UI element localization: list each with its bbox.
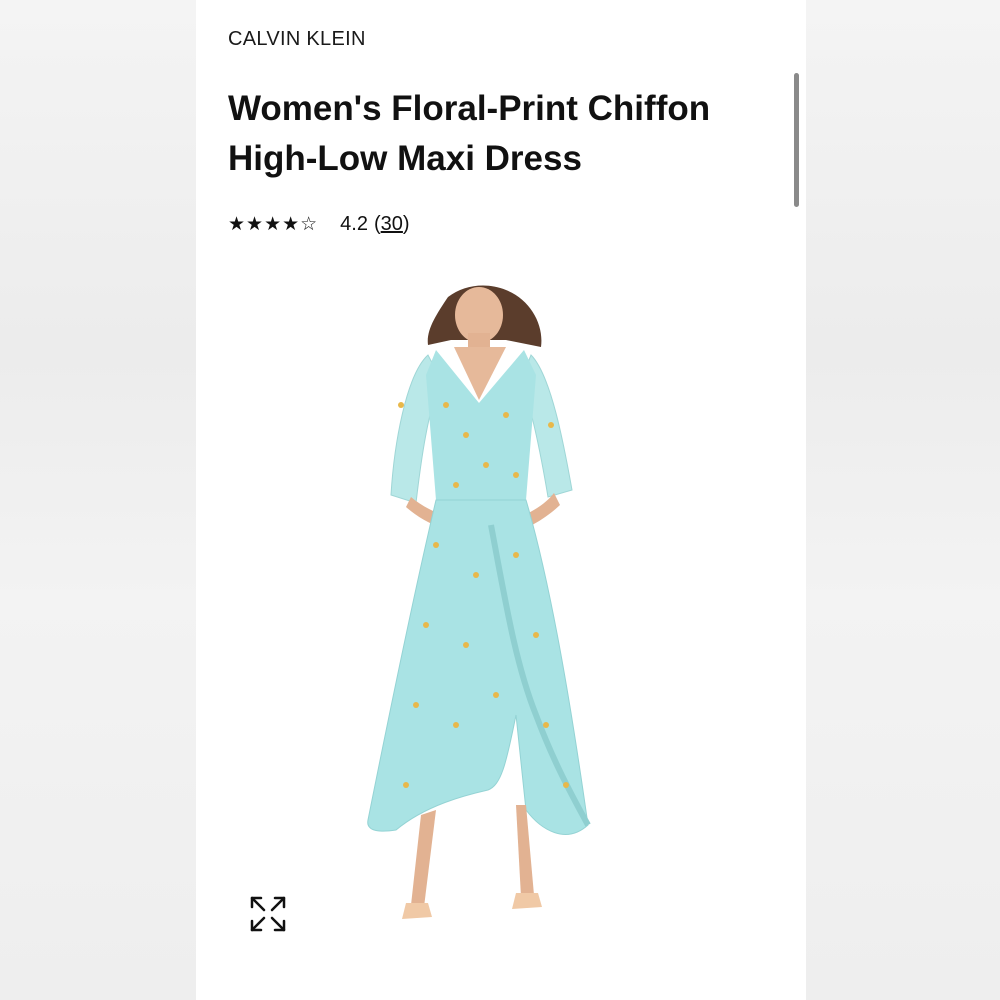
paren-open: (: [373, 213, 381, 235]
brand-name[interactable]: CALVIN KLEIN: [228, 28, 366, 51]
rating-value: 4.2: [340, 213, 368, 235]
expand-image-button[interactable]: [246, 892, 290, 936]
product-panel: CALVIN KLEIN Women's Floral-Print Chiffo…: [196, 0, 806, 1000]
paren-close: ): [402, 213, 410, 235]
expand-arrows-icon: [250, 896, 286, 932]
left-background: [0, 0, 196, 1000]
scrollbar[interactable]: [794, 73, 799, 207]
right-background: [806, 0, 1000, 1000]
product-image[interactable]: [366, 285, 826, 965]
rating-row[interactable]: ★★★★☆ 4.2 ( 30 ): [228, 213, 410, 236]
rating-stars-icon: ★★★★☆: [228, 214, 319, 235]
review-count-link[interactable]: 30: [381, 213, 403, 236]
product-title: Women's Floral-Print Chiffon High-Low Ma…: [228, 89, 711, 178]
